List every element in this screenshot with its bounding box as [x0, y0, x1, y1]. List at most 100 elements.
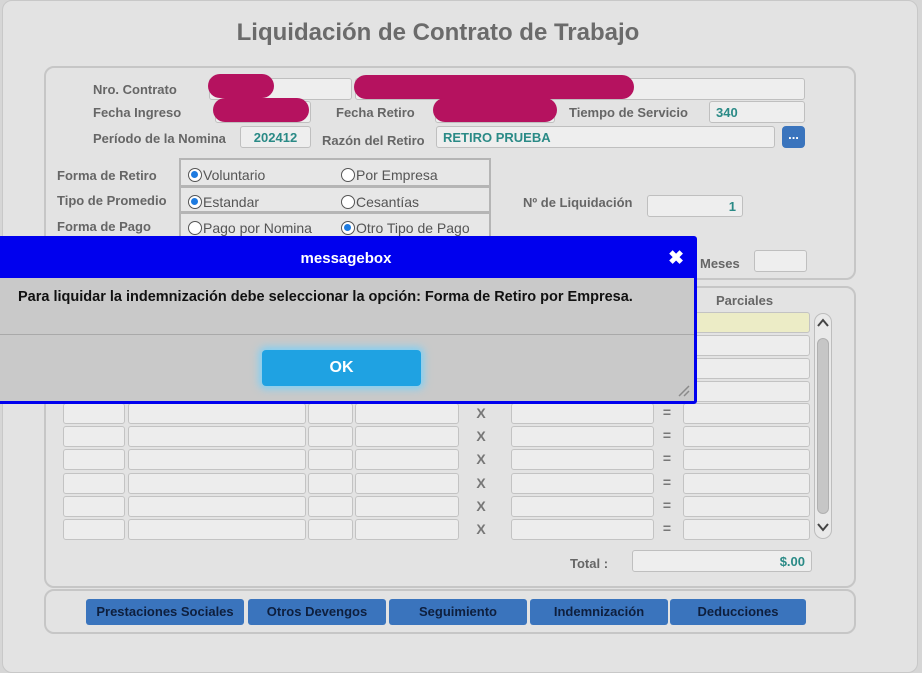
grid-cell[interactable]	[308, 403, 353, 424]
tipo-promedio-cesantias[interactable]: Cesantías	[341, 194, 419, 210]
grid-cell[interactable]	[308, 449, 353, 470]
grid-cell[interactable]	[355, 519, 459, 540]
grid-cell[interactable]	[511, 473, 654, 494]
grid-cell[interactable]	[63, 473, 125, 494]
grid-cell[interactable]	[308, 426, 353, 447]
parcial-cell[interactable]	[683, 496, 810, 517]
forma-pago-por-nomina[interactable]: Pago por Nomina	[188, 220, 312, 236]
grid-cell[interactable]	[308, 473, 353, 494]
grid-cell[interactable]	[63, 496, 125, 517]
parcial-cell[interactable]	[693, 358, 810, 379]
forma-retiro-label: Forma de Retiro	[57, 168, 157, 183]
parcial-cell[interactable]	[693, 335, 810, 356]
nro-liquidacion-field[interactable]: 1	[647, 195, 743, 217]
chevron-down-icon[interactable]	[817, 520, 829, 534]
option-label: Pago por Nomina	[203, 220, 312, 236]
radio-selected-icon	[341, 221, 355, 235]
equals-symbol: =	[662, 474, 672, 490]
multiply-symbol: X	[476, 405, 486, 421]
forma-retiro-voluntario[interactable]: Voluntario	[188, 167, 265, 183]
redaction-mark	[433, 98, 557, 122]
grid-cell[interactable]	[355, 449, 459, 470]
radio-unselected-icon	[341, 195, 355, 209]
grid-cell[interactable]	[308, 519, 353, 540]
total-field[interactable]: $.00	[632, 550, 812, 572]
grid-cell[interactable]	[63, 403, 125, 424]
ok-button[interactable]: OK	[262, 350, 421, 386]
equals-symbol: =	[662, 427, 672, 443]
forma-pago-label: Forma de Pago	[57, 219, 151, 234]
dialog-title: messagebox	[300, 250, 392, 267]
parcial-cell[interactable]	[683, 449, 810, 470]
dialog-header: messagebox ✖	[0, 239, 694, 278]
tab-indemnizacion[interactable]: Indemnización	[530, 599, 668, 625]
option-label: Otro Tipo de Pago	[356, 220, 470, 236]
resize-grip-icon[interactable]	[676, 383, 690, 397]
grid-cell[interactable]	[128, 496, 306, 517]
grid-cell[interactable]	[308, 496, 353, 517]
grid-cell[interactable]	[128, 403, 306, 424]
option-label: Por Empresa	[356, 167, 438, 183]
nro-liquidacion-label: Nº de Liquidación	[523, 195, 633, 210]
total-label: Total :	[570, 556, 609, 571]
parcial-cell[interactable]	[693, 381, 810, 402]
redaction-mark	[354, 75, 634, 99]
grid-cell[interactable]	[128, 473, 306, 494]
grid-cell[interactable]	[355, 473, 459, 494]
tab-prestaciones-sociales[interactable]: Prestaciones Sociales	[86, 599, 244, 625]
parcial-cell[interactable]	[683, 403, 810, 424]
fecha-ingreso-label: Fecha Ingreso	[93, 105, 182, 120]
grid-cell[interactable]	[511, 519, 654, 540]
option-label: Voluntario	[203, 167, 266, 183]
grid-cell[interactable]	[355, 426, 459, 447]
tab-seguimiento[interactable]: Seguimiento	[389, 599, 527, 625]
dialog-divider	[0, 334, 694, 335]
forma-pago-otro[interactable]: Otro Tipo de Pago	[341, 220, 470, 236]
periodo-field[interactable]: 202412	[240, 126, 311, 148]
grid-cell[interactable]	[355, 403, 459, 424]
grid-cell[interactable]	[128, 449, 306, 470]
grid-cell[interactable]	[63, 449, 125, 470]
grid-cell[interactable]	[128, 426, 306, 447]
multiply-symbol: X	[476, 451, 486, 467]
nro-contrato-label: Nro. Contrato	[93, 82, 177, 97]
razon-lookup-button[interactable]: ...	[782, 126, 805, 148]
scrollbar-thumb[interactable]	[817, 338, 829, 514]
page-title: Liquidación de Contrato de Trabajo	[236, 19, 640, 46]
multiply-symbol: X	[476, 475, 486, 491]
close-icon[interactable]: ✖	[668, 247, 684, 270]
meses-label: Meses	[700, 256, 740, 271]
equals-symbol: =	[662, 404, 672, 420]
tiempo-servicio-field[interactable]: 340	[709, 101, 805, 123]
multiply-symbol: X	[476, 521, 486, 537]
razon-lookup-label: ...	[788, 127, 799, 142]
forma-retiro-por-empresa[interactable]: Por Empresa	[341, 167, 438, 183]
multiply-symbol: X	[476, 428, 486, 444]
razon-field[interactable]: RETIRO PRUEBA	[436, 126, 775, 148]
grid-cell[interactable]	[63, 519, 125, 540]
tipo-promedio-label: Tipo de Promedio	[57, 193, 167, 208]
option-label: Estandar	[203, 194, 260, 210]
grid-cell[interactable]	[63, 426, 125, 447]
chevron-up-icon[interactable]	[817, 316, 829, 330]
grid-cell[interactable]	[128, 519, 306, 540]
parcial-cell[interactable]	[693, 312, 810, 333]
tipo-promedio-estandar[interactable]: Estandar	[188, 194, 259, 210]
radio-unselected-icon	[341, 168, 355, 182]
tab-otros-devengos[interactable]: Otros Devengos	[248, 599, 386, 625]
parcial-cell[interactable]	[683, 426, 810, 447]
grid-cell[interactable]	[511, 426, 654, 447]
parcial-cell[interactable]	[683, 519, 810, 540]
grid-cell[interactable]	[355, 496, 459, 517]
radio-unselected-icon	[188, 221, 202, 235]
tab-deducciones[interactable]: Deducciones	[670, 599, 806, 625]
meses-field[interactable]	[754, 250, 807, 272]
parcial-cell[interactable]	[683, 473, 810, 494]
grid-cell[interactable]	[511, 496, 654, 517]
grid-scrollbar[interactable]	[814, 313, 832, 539]
equals-symbol: =	[662, 520, 672, 536]
grid-cell[interactable]	[511, 449, 654, 470]
equals-symbol: =	[662, 497, 672, 513]
option-label: Cesantías	[356, 194, 420, 210]
grid-cell[interactable]	[511, 403, 654, 424]
